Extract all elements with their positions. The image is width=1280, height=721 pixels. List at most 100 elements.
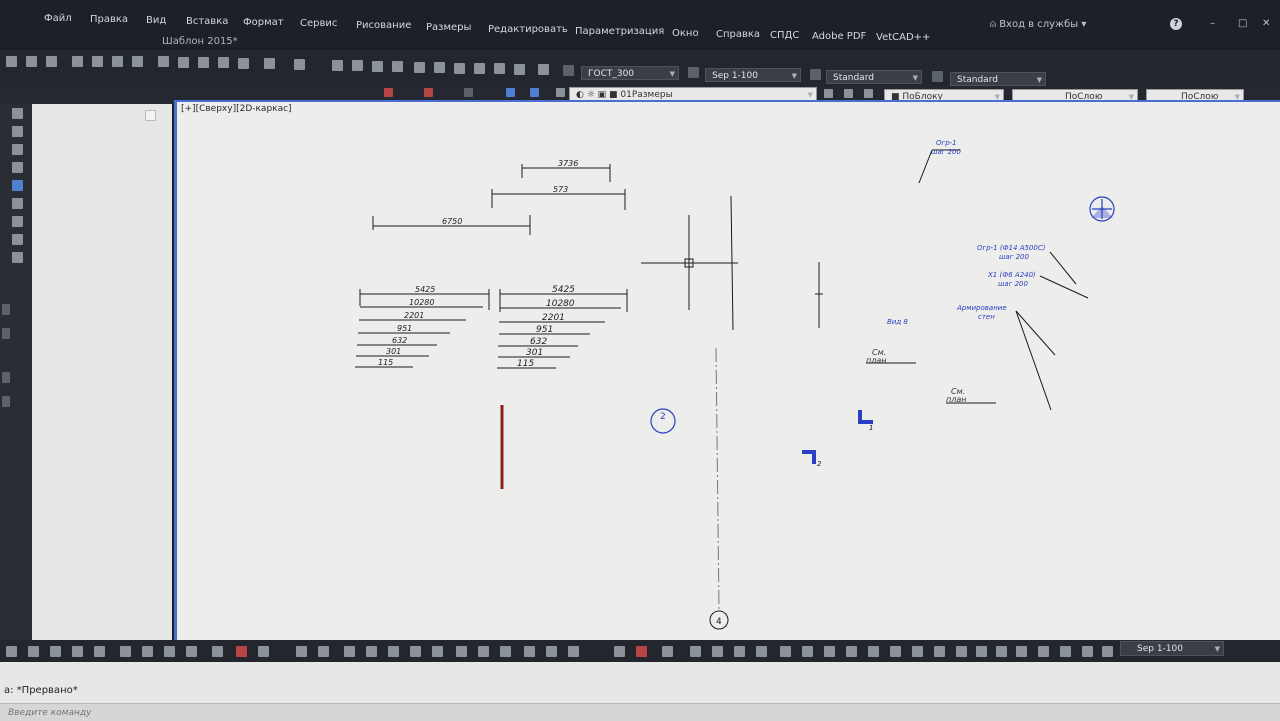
pan-icon[interactable]: [332, 60, 343, 71]
arc-tool-icon[interactable]: [12, 180, 23, 191]
menu-dimensions[interactable]: Размеры: [426, 22, 471, 33]
snap-tool-icon[interactable]: [546, 646, 557, 657]
panel-checkbox[interactable]: [145, 110, 156, 121]
copy-icon[interactable]: [178, 57, 189, 68]
snap-tool-icon[interactable]: [366, 646, 377, 657]
zoom-window-icon[interactable]: [372, 61, 383, 72]
text-style-select[interactable]: ГОСТ_300 ▼: [581, 66, 679, 80]
preview-icon[interactable]: [92, 56, 103, 67]
match-properties-icon[interactable]: [218, 57, 229, 68]
modify-tool-icon[interactable]: [912, 646, 923, 657]
modify-tool-icon[interactable]: [636, 646, 647, 657]
snap-tool-icon[interactable]: [568, 646, 579, 657]
dim-tool-icon[interactable]: [28, 646, 39, 657]
modify-tool-icon[interactable]: [802, 646, 813, 657]
redo-icon[interactable]: [294, 59, 305, 70]
signin-link[interactable]: ⍝ Вход в службы ▾: [990, 19, 1086, 30]
modify-tool-icon[interactable]: [756, 646, 767, 657]
layer-tool-icon[interactable]: [530, 88, 539, 97]
dim-tool-icon[interactable]: [50, 646, 61, 657]
hatch-tool-icon[interactable]: [12, 252, 23, 263]
help-tb-icon[interactable]: [538, 64, 549, 75]
modify-tool-icon[interactable]: [996, 646, 1007, 657]
copy-tool-icon[interactable]: [12, 234, 23, 245]
menu-format[interactable]: Формат: [243, 17, 284, 28]
layer-tool-icon[interactable]: [384, 88, 393, 97]
modify-tool-icon[interactable]: [734, 646, 745, 657]
polygon-tool-icon[interactable]: [12, 144, 23, 155]
menu-file[interactable]: Файл: [44, 13, 72, 24]
modify-tool-icon[interactable]: [824, 646, 835, 657]
sheet-set-icon[interactable]: [474, 63, 485, 74]
layer-states-icon[interactable]: [864, 89, 873, 98]
layer-select[interactable]: ◐ ☼ ▣ ■ 01Размеры ▼: [569, 87, 817, 101]
menu-tools[interactable]: Сервис: [300, 18, 337, 29]
modify-tool-icon[interactable]: [846, 646, 857, 657]
snap-tool-icon[interactable]: [410, 646, 421, 657]
move-tool-icon[interactable]: [12, 198, 23, 209]
undo-icon[interactable]: [264, 58, 275, 69]
design-center-icon[interactable]: [434, 62, 445, 73]
dim-tool-icon[interactable]: [236, 646, 247, 657]
viewport-label[interactable]: [+][Сверху][2D-каркас]: [181, 104, 292, 114]
quickcalc-icon[interactable]: [514, 64, 525, 75]
menu-help[interactable]: Справка: [716, 29, 760, 40]
command-input[interactable]: [6, 705, 610, 721]
snap-tool-icon[interactable]: [318, 646, 329, 657]
layer-tool-icon[interactable]: [464, 88, 473, 97]
modify-tool-icon[interactable]: [868, 646, 879, 657]
layer-previous-icon[interactable]: [844, 89, 853, 98]
menu-modify[interactable]: Редактировать: [488, 24, 568, 35]
dim-tool-icon[interactable]: [186, 646, 197, 657]
modify-tool-icon[interactable]: [1038, 646, 1049, 657]
menu-vetcad[interactable]: VetCAD++: [876, 32, 930, 43]
dim-tool-icon[interactable]: [94, 646, 105, 657]
side-tool-icon[interactable]: [2, 328, 10, 339]
modify-tool-icon[interactable]: [956, 646, 967, 657]
polyline-tool-icon[interactable]: [12, 126, 23, 137]
dim-tool-icon[interactable]: [142, 646, 153, 657]
cut-icon[interactable]: [158, 56, 169, 67]
circle-tool-icon[interactable]: [12, 216, 23, 227]
modify-tool-icon[interactable]: [890, 646, 901, 657]
paste-icon[interactable]: [198, 57, 209, 68]
maximize-icon[interactable]: □: [1238, 18, 1247, 29]
snap-tool-icon[interactable]: [456, 646, 467, 657]
dim-style-select[interactable]: Sep 1-100 ▼: [705, 68, 801, 82]
dim-tool-icon[interactable]: [72, 646, 83, 657]
menu-window[interactable]: Окно: [672, 28, 699, 39]
modify-tool-icon[interactable]: [1102, 646, 1113, 657]
new-icon[interactable]: [6, 56, 17, 67]
model-viewport[interactable]: [174, 100, 1280, 640]
snap-tool-icon[interactable]: [500, 646, 511, 657]
menu-draw[interactable]: Рисование: [356, 20, 411, 31]
snap-tool-icon[interactable]: [296, 646, 307, 657]
snap-tool-icon[interactable]: [524, 646, 535, 657]
zoom-realtime-icon[interactable]: [352, 60, 363, 71]
line-tool-icon[interactable]: [12, 108, 23, 119]
make-current-icon[interactable]: [824, 89, 833, 98]
modify-tool-icon[interactable]: [1082, 646, 1093, 657]
print-icon[interactable]: [72, 56, 83, 67]
multileader-style-select[interactable]: Standard ▼: [950, 72, 1046, 86]
markup-icon[interactable]: [494, 63, 505, 74]
dim-tool-icon[interactable]: [258, 646, 269, 657]
dim-tool-icon[interactable]: [120, 646, 131, 657]
dim-tool-icon[interactable]: [6, 646, 17, 657]
menu-spds[interactable]: СПДС: [770, 30, 799, 41]
publish-icon[interactable]: [132, 56, 143, 67]
modify-tool-icon[interactable]: [712, 646, 723, 657]
layer-tool-icon[interactable]: [424, 88, 433, 97]
menu-edit[interactable]: Правка: [90, 14, 128, 25]
dim-scale-select[interactable]: Sep 1-100 ▼: [1120, 641, 1224, 656]
menu-insert[interactable]: Вставка: [186, 16, 228, 27]
open-icon[interactable]: [26, 56, 37, 67]
plot-icon[interactable]: [112, 56, 123, 67]
modify-tool-icon[interactable]: [690, 646, 701, 657]
menu-parametric[interactable]: Параметризация: [575, 26, 664, 37]
menu-view[interactable]: Вид: [146, 15, 166, 26]
menu-adobe-pdf[interactable]: Adobe PDF: [812, 31, 866, 42]
modify-tool-icon[interactable]: [780, 646, 791, 657]
tool-palettes-icon[interactable]: [454, 63, 465, 74]
side-tool-icon[interactable]: [2, 396, 10, 407]
